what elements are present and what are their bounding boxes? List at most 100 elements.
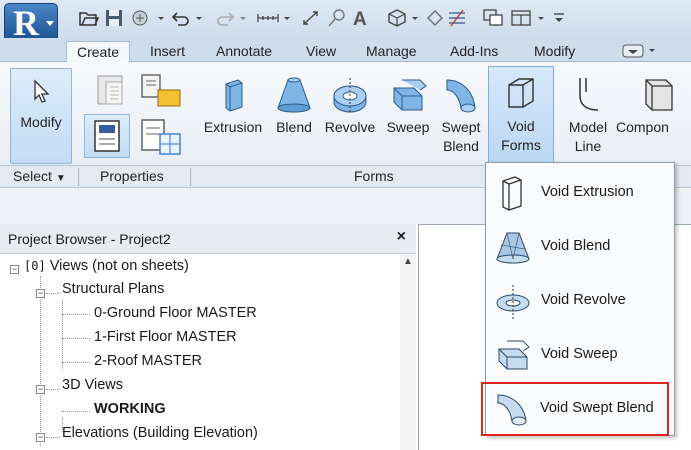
tab-create[interactable]: Create (66, 41, 131, 62)
ribbon-tab-bar: Create Insert Annotate View Manage Add-I… (0, 38, 691, 62)
void-swept-blend-icon (497, 394, 527, 426)
chevron-down-icon[interactable] (194, 8, 204, 28)
void-forms-button[interactable]: Void Forms (488, 66, 554, 164)
open-folder-icon[interactable] (78, 8, 100, 28)
void-forms-label-line1: Void (507, 118, 535, 134)
chevron-down-icon[interactable] (536, 8, 546, 28)
void-forms-icon (508, 78, 534, 108)
properties-panel-label: Properties (100, 168, 164, 184)
modify-button[interactable]: Modify (10, 68, 72, 164)
properties-button[interactable] (84, 114, 130, 158)
collapse-toggle[interactable]: − (36, 385, 45, 394)
void-forms-label-line2: Forms (501, 137, 541, 153)
collapse-toggle[interactable]: − (36, 289, 45, 298)
tree-structural-plans[interactable]: Structural Plans (62, 281, 164, 297)
extrusion-icon (225, 79, 243, 112)
tab-modify[interactable]: Modify (534, 41, 575, 62)
select-panel-label[interactable]: Select ▼ (13, 168, 66, 184)
model-line-label-line1: Model (568, 119, 608, 135)
measure-icon[interactable] (256, 8, 280, 28)
app-menu-dropdown-icon (46, 21, 54, 26)
chevron-down-icon[interactable] (238, 8, 248, 28)
void-blend-icon (496, 232, 530, 264)
void-extrusion-icon (502, 176, 522, 211)
aligned-dimension-icon[interactable] (300, 8, 322, 28)
revolve-button[interactable]: Revolve (320, 74, 380, 137)
default-3d-view-icon[interactable] (386, 8, 408, 28)
customize-toolbar-icon[interactable] (552, 8, 566, 28)
properties-icon (94, 120, 120, 152)
modify-label: Modify (20, 114, 62, 130)
tree-views-root[interactable]: [0] Views (not on sheets) (24, 258, 189, 274)
component-button[interactable]: Compon (616, 74, 691, 137)
type-properties-icon[interactable] (138, 114, 186, 156)
switch-windows-icon[interactable] (510, 8, 534, 28)
thin-lines-icon[interactable] (446, 8, 468, 28)
tree-3d-views[interactable]: 3D Views (62, 377, 123, 393)
tree-item-first-floor[interactable]: 1-First Floor MASTER (94, 329, 237, 345)
collapse-toggle[interactable]: − (10, 265, 19, 274)
ribbon-minimize-icon[interactable] (622, 43, 658, 59)
blend-button[interactable]: Blend (266, 74, 322, 137)
tab-insert[interactable]: Insert (150, 41, 185, 62)
forms-panel-label: Forms (354, 168, 394, 184)
tab-manage[interactable]: Manage (366, 41, 417, 62)
menu-item-void-swept-blend[interactable]: Void Swept Blend (481, 382, 669, 436)
blend-label: Blend (276, 119, 312, 135)
family-category-icon[interactable] (92, 72, 132, 110)
scrollbar[interactable]: ▲ (400, 254, 416, 450)
model-line-icon (579, 78, 599, 111)
menu-item-void-sweep[interactable]: Void Sweep (487, 329, 673, 381)
tree-item-roof[interactable]: 2-Roof MASTER (94, 353, 202, 369)
ribbon: Modify Extrusion Blend Revolve Sweep Swe… (0, 62, 691, 166)
swept-blend-button[interactable]: Swept Blend (436, 74, 486, 156)
project-browser-title: Project Browser - Project2 (8, 231, 171, 247)
close-hidden-windows-icon[interactable] (482, 8, 506, 28)
component-label: Compon (616, 119, 669, 135)
sweep-button[interactable]: Sweep (380, 74, 436, 137)
tree-elevations[interactable]: Elevations (Building Elevation) (62, 425, 258, 441)
panel-divider (190, 168, 191, 186)
model-line-label-line2: Line (574, 138, 602, 154)
sweep-icon (393, 79, 427, 111)
chevron-down-icon[interactable] (156, 8, 166, 28)
extrusion-button[interactable]: Extrusion (198, 74, 268, 137)
tab-annotate[interactable]: Annotate (216, 41, 272, 62)
section-icon[interactable] (424, 8, 446, 28)
swept-blend-label-line1: Swept (441, 119, 481, 135)
panel-divider (78, 168, 79, 186)
save-icon[interactable] (104, 8, 124, 28)
close-icon[interactable]: × (397, 228, 406, 246)
application-menu-button[interactable]: R (4, 3, 58, 43)
model-line-button[interactable]: Model Line (560, 74, 616, 156)
svg-text:A: A (353, 9, 367, 28)
app-logo-letter: R (13, 3, 39, 43)
undo-icon[interactable] (170, 8, 192, 28)
tree-item-working[interactable]: WORKING (94, 401, 166, 417)
component-icon (645, 79, 673, 111)
text-icon[interactable]: A (350, 8, 372, 28)
family-types-icon[interactable] (138, 72, 186, 110)
revolve-label: Revolve (324, 119, 376, 135)
sync-central-icon[interactable] (130, 8, 152, 28)
views-icon: [0] (24, 259, 46, 273)
scroll-up-icon[interactable]: ▲ (403, 256, 413, 267)
chevron-down-icon[interactable] (282, 8, 292, 28)
blend-icon (277, 77, 311, 113)
menu-item-void-extrusion[interactable]: Void Extrusion (487, 167, 673, 219)
sweep-label: Sweep (386, 119, 430, 135)
swept-blend-icon (446, 79, 476, 113)
collapse-toggle[interactable]: − (36, 433, 45, 442)
redo-icon[interactable] (214, 8, 236, 28)
extrusion-label: Extrusion (203, 119, 263, 135)
menu-item-void-revolve[interactable]: Void Revolve (487, 275, 673, 327)
menu-item-void-blend[interactable]: Void Blend (487, 221, 673, 273)
tag-icon[interactable] (326, 8, 348, 28)
chevron-down-icon[interactable] (410, 8, 420, 28)
cursor-arrow-icon (34, 79, 50, 103)
swept-blend-label-line2: Blend (443, 138, 479, 154)
tab-view[interactable]: View (306, 41, 336, 62)
tab-add-ins[interactable]: Add-Ins (450, 41, 498, 62)
void-revolve-icon (496, 285, 530, 319)
tree-item-ground-floor[interactable]: 0-Ground Floor MASTER (94, 305, 257, 321)
